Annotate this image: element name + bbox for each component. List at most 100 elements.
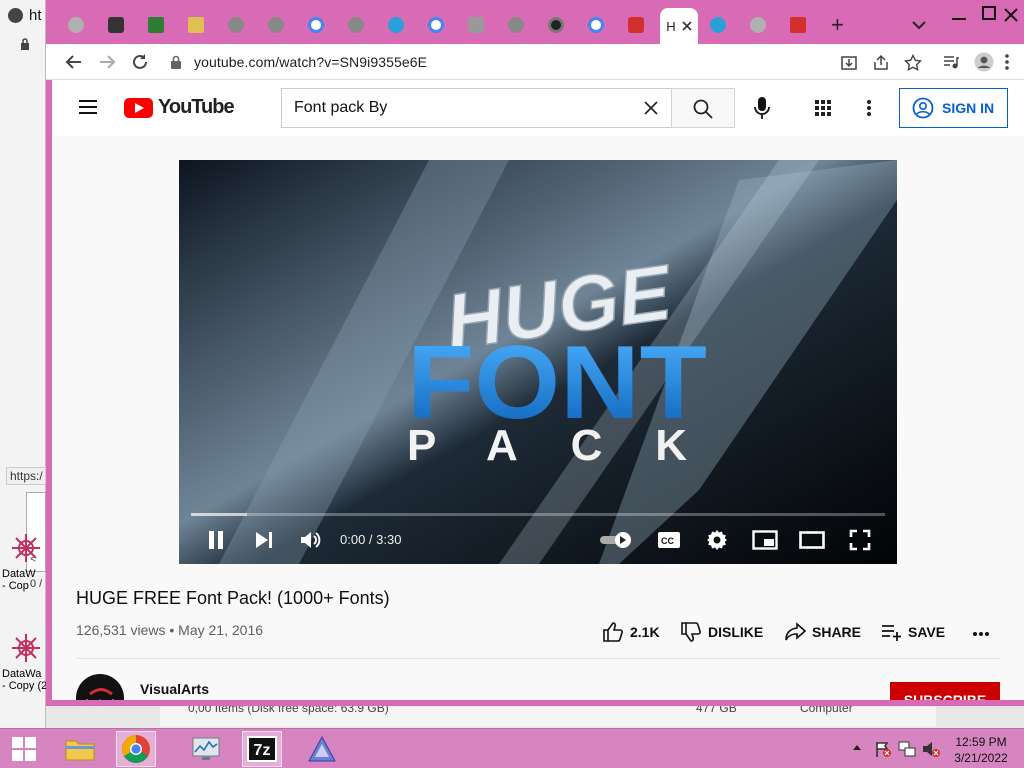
chrome-icon	[122, 735, 150, 763]
share-label: SHARE	[812, 624, 862, 640]
next-video-icon[interactable]	[253, 529, 275, 551]
taskbar-task-manager[interactable]	[186, 731, 226, 767]
forward-arrow-icon[interactable]	[97, 52, 117, 72]
desktop-icon-datawa[interactable]: DataW - Cop	[2, 530, 46, 592]
tab-17[interactable]	[698, 8, 738, 42]
channel-name[interactable]: VisualArts	[140, 681, 209, 697]
theater-mode-icon[interactable]	[799, 531, 825, 549]
save-button[interactable]: SAVE	[880, 621, 945, 643]
window-close-icon[interactable]	[1004, 8, 1018, 22]
more-actions-icon[interactable]	[972, 631, 990, 637]
taskbar-chrome[interactable]	[116, 731, 156, 767]
clear-search-icon[interactable]	[644, 101, 658, 115]
tab-3[interactable]	[136, 8, 176, 42]
background-window-title[interactable]: ht	[8, 7, 42, 24]
tab-18[interactable]	[738, 8, 778, 42]
new-tab-button[interactable]: +	[831, 14, 844, 36]
dislike-button[interactable]: DISLIKE	[680, 621, 763, 643]
reload-icon[interactable]	[130, 52, 150, 72]
bookmark-star-icon[interactable]	[904, 54, 922, 72]
desktop-icon-label: DataWa	[2, 668, 42, 680]
globe-icon	[68, 17, 84, 33]
globe-icon	[228, 17, 244, 33]
close-tab-icon[interactable]	[682, 21, 692, 31]
chrome-icon	[548, 17, 564, 33]
profile-avatar-icon[interactable]	[974, 52, 994, 72]
telegram-icon	[388, 17, 404, 33]
share-button[interactable]: SHARE	[784, 621, 861, 643]
channel-avatar[interactable]	[76, 674, 124, 700]
taskbar-7zip[interactable]: 7z	[242, 731, 282, 767]
background-status-url: https:/	[6, 467, 46, 485]
taskbar-app-a[interactable]	[302, 731, 342, 767]
sign-in-button[interactable]: SIGN IN	[899, 88, 1008, 128]
autoplay-toggle-icon[interactable]	[599, 530, 633, 550]
tab-6[interactable]	[256, 8, 296, 42]
tab-4[interactable]	[176, 8, 216, 42]
share-icon[interactable]	[872, 54, 890, 72]
tab-7[interactable]	[296, 8, 336, 42]
like-button[interactable]: 2.1K	[602, 621, 660, 643]
tab-10[interactable]	[416, 8, 456, 42]
fullscreen-icon[interactable]	[849, 529, 871, 551]
clock-time: 12:59 PM	[955, 735, 1007, 749]
kebab-menu-icon[interactable]	[1004, 52, 1010, 72]
globe-icon	[750, 17, 766, 33]
address-bar[interactable]: youtube.com/watch?v=SN9i9355e6E	[160, 48, 990, 76]
tab-13[interactable]	[536, 8, 576, 42]
tab-11[interactable]	[456, 8, 496, 42]
subscribe-button[interactable]: SUBSCRIBE	[890, 682, 1000, 700]
system-clock[interactable]: 12:59 PM 3/21/2022	[946, 734, 1016, 766]
telegram-icon	[710, 17, 726, 33]
tab-5[interactable]	[216, 8, 256, 42]
video-player[interactable]: HUGE FONT PACK 0:00 / 3:30 CC	[179, 160, 897, 564]
tab-9[interactable]	[376, 8, 416, 42]
account-icon	[912, 97, 934, 119]
lock-icon[interactable]	[170, 55, 182, 69]
media-control-icon[interactable]	[942, 53, 960, 71]
playback-time: 0:00 / 3:30	[340, 532, 402, 547]
tab-19[interactable]	[778, 8, 818, 42]
browser-window: H + youtube.com/watch?v=SN9i9355e6E YouT…	[46, 0, 1024, 706]
tab-8[interactable]	[336, 8, 376, 42]
google-icon	[308, 17, 324, 33]
youtube-logo[interactable]: YouTube	[124, 96, 235, 119]
volume-muted-icon[interactable]	[922, 740, 940, 758]
desktop-icon-datawa-copy[interactable]: DataWa - Copy (2)	[2, 630, 46, 692]
desktop-icon-sublabel: - Cop	[2, 580, 29, 592]
url-text[interactable]: youtube.com/watch?v=SN9i9355e6E	[194, 54, 427, 70]
network-icon[interactable]	[898, 740, 916, 758]
tab-active-youtube[interactable]: H	[660, 8, 698, 44]
globe-icon	[508, 17, 524, 33]
install-icon[interactable]	[840, 54, 858, 72]
tab-2[interactable]	[96, 8, 136, 42]
search-button[interactable]	[671, 88, 735, 128]
action-center-flag-icon[interactable]	[874, 740, 892, 758]
more-options-icon[interactable]	[866, 98, 872, 118]
apps-grid-icon[interactable]	[814, 99, 832, 117]
playlist-add-icon	[882, 625, 901, 641]
tab-15[interactable]	[616, 8, 656, 42]
captions-icon[interactable]: CC	[657, 530, 681, 550]
show-hidden-icons-icon[interactable]	[852, 743, 862, 751]
volume-icon[interactable]	[299, 529, 323, 551]
hamburger-menu-icon[interactable]	[78, 99, 98, 115]
minimize-button[interactable]	[952, 18, 966, 20]
tab-14[interactable]	[576, 8, 616, 42]
search-box[interactable]: Font pack By	[281, 88, 672, 128]
progress-bar[interactable]	[191, 513, 885, 516]
microphone-icon[interactable]	[754, 96, 770, 120]
pause-icon[interactable]	[205, 529, 227, 551]
back-arrow-icon[interactable]	[64, 52, 84, 72]
tab-1[interactable]	[56, 8, 96, 42]
miniplayer-icon[interactable]	[752, 530, 778, 550]
taskbar-file-explorer[interactable]	[60, 731, 100, 767]
page-viewport: YouTube Font pack By SIGN IN HUGE FONT P…	[52, 80, 1024, 700]
maximize-button[interactable]	[982, 6, 996, 20]
search-input[interactable]: Font pack By	[294, 99, 387, 117]
tab-12[interactable]	[496, 8, 536, 42]
start-button[interactable]	[4, 731, 44, 767]
tab-search-icon[interactable]	[908, 14, 930, 36]
settings-gear-icon[interactable]	[705, 528, 729, 552]
box-icon	[108, 17, 124, 33]
